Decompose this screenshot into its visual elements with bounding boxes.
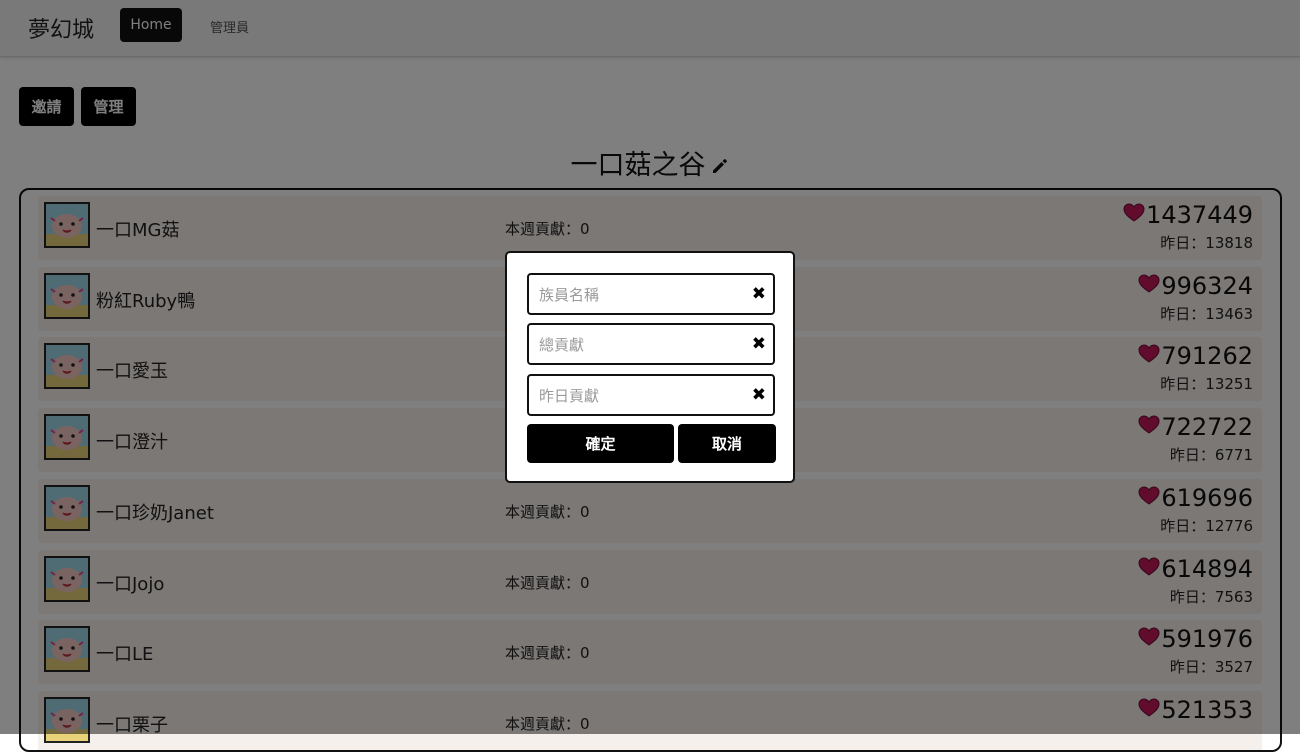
close-icon[interactable]: ✖ <box>752 385 766 405</box>
total-contribution-input[interactable] <box>537 333 741 357</box>
confirm-button[interactable]: 確定 <box>527 424 674 463</box>
close-icon[interactable]: ✖ <box>752 334 766 354</box>
member-name-input[interactable] <box>537 283 741 307</box>
yesterday-contribution-field[interactable]: ✖ <box>527 374 775 416</box>
close-icon[interactable]: ✖ <box>752 284 766 304</box>
yesterday-contribution-input[interactable] <box>537 384 741 408</box>
total-contribution-field[interactable]: ✖ <box>527 323 775 365</box>
member-name-field[interactable]: ✖ <box>527 273 775 315</box>
cancel-button[interactable]: 取消 <box>678 424 776 463</box>
add-member-dialog: ✖ ✖ ✖ 確定 取消 <box>505 251 795 483</box>
